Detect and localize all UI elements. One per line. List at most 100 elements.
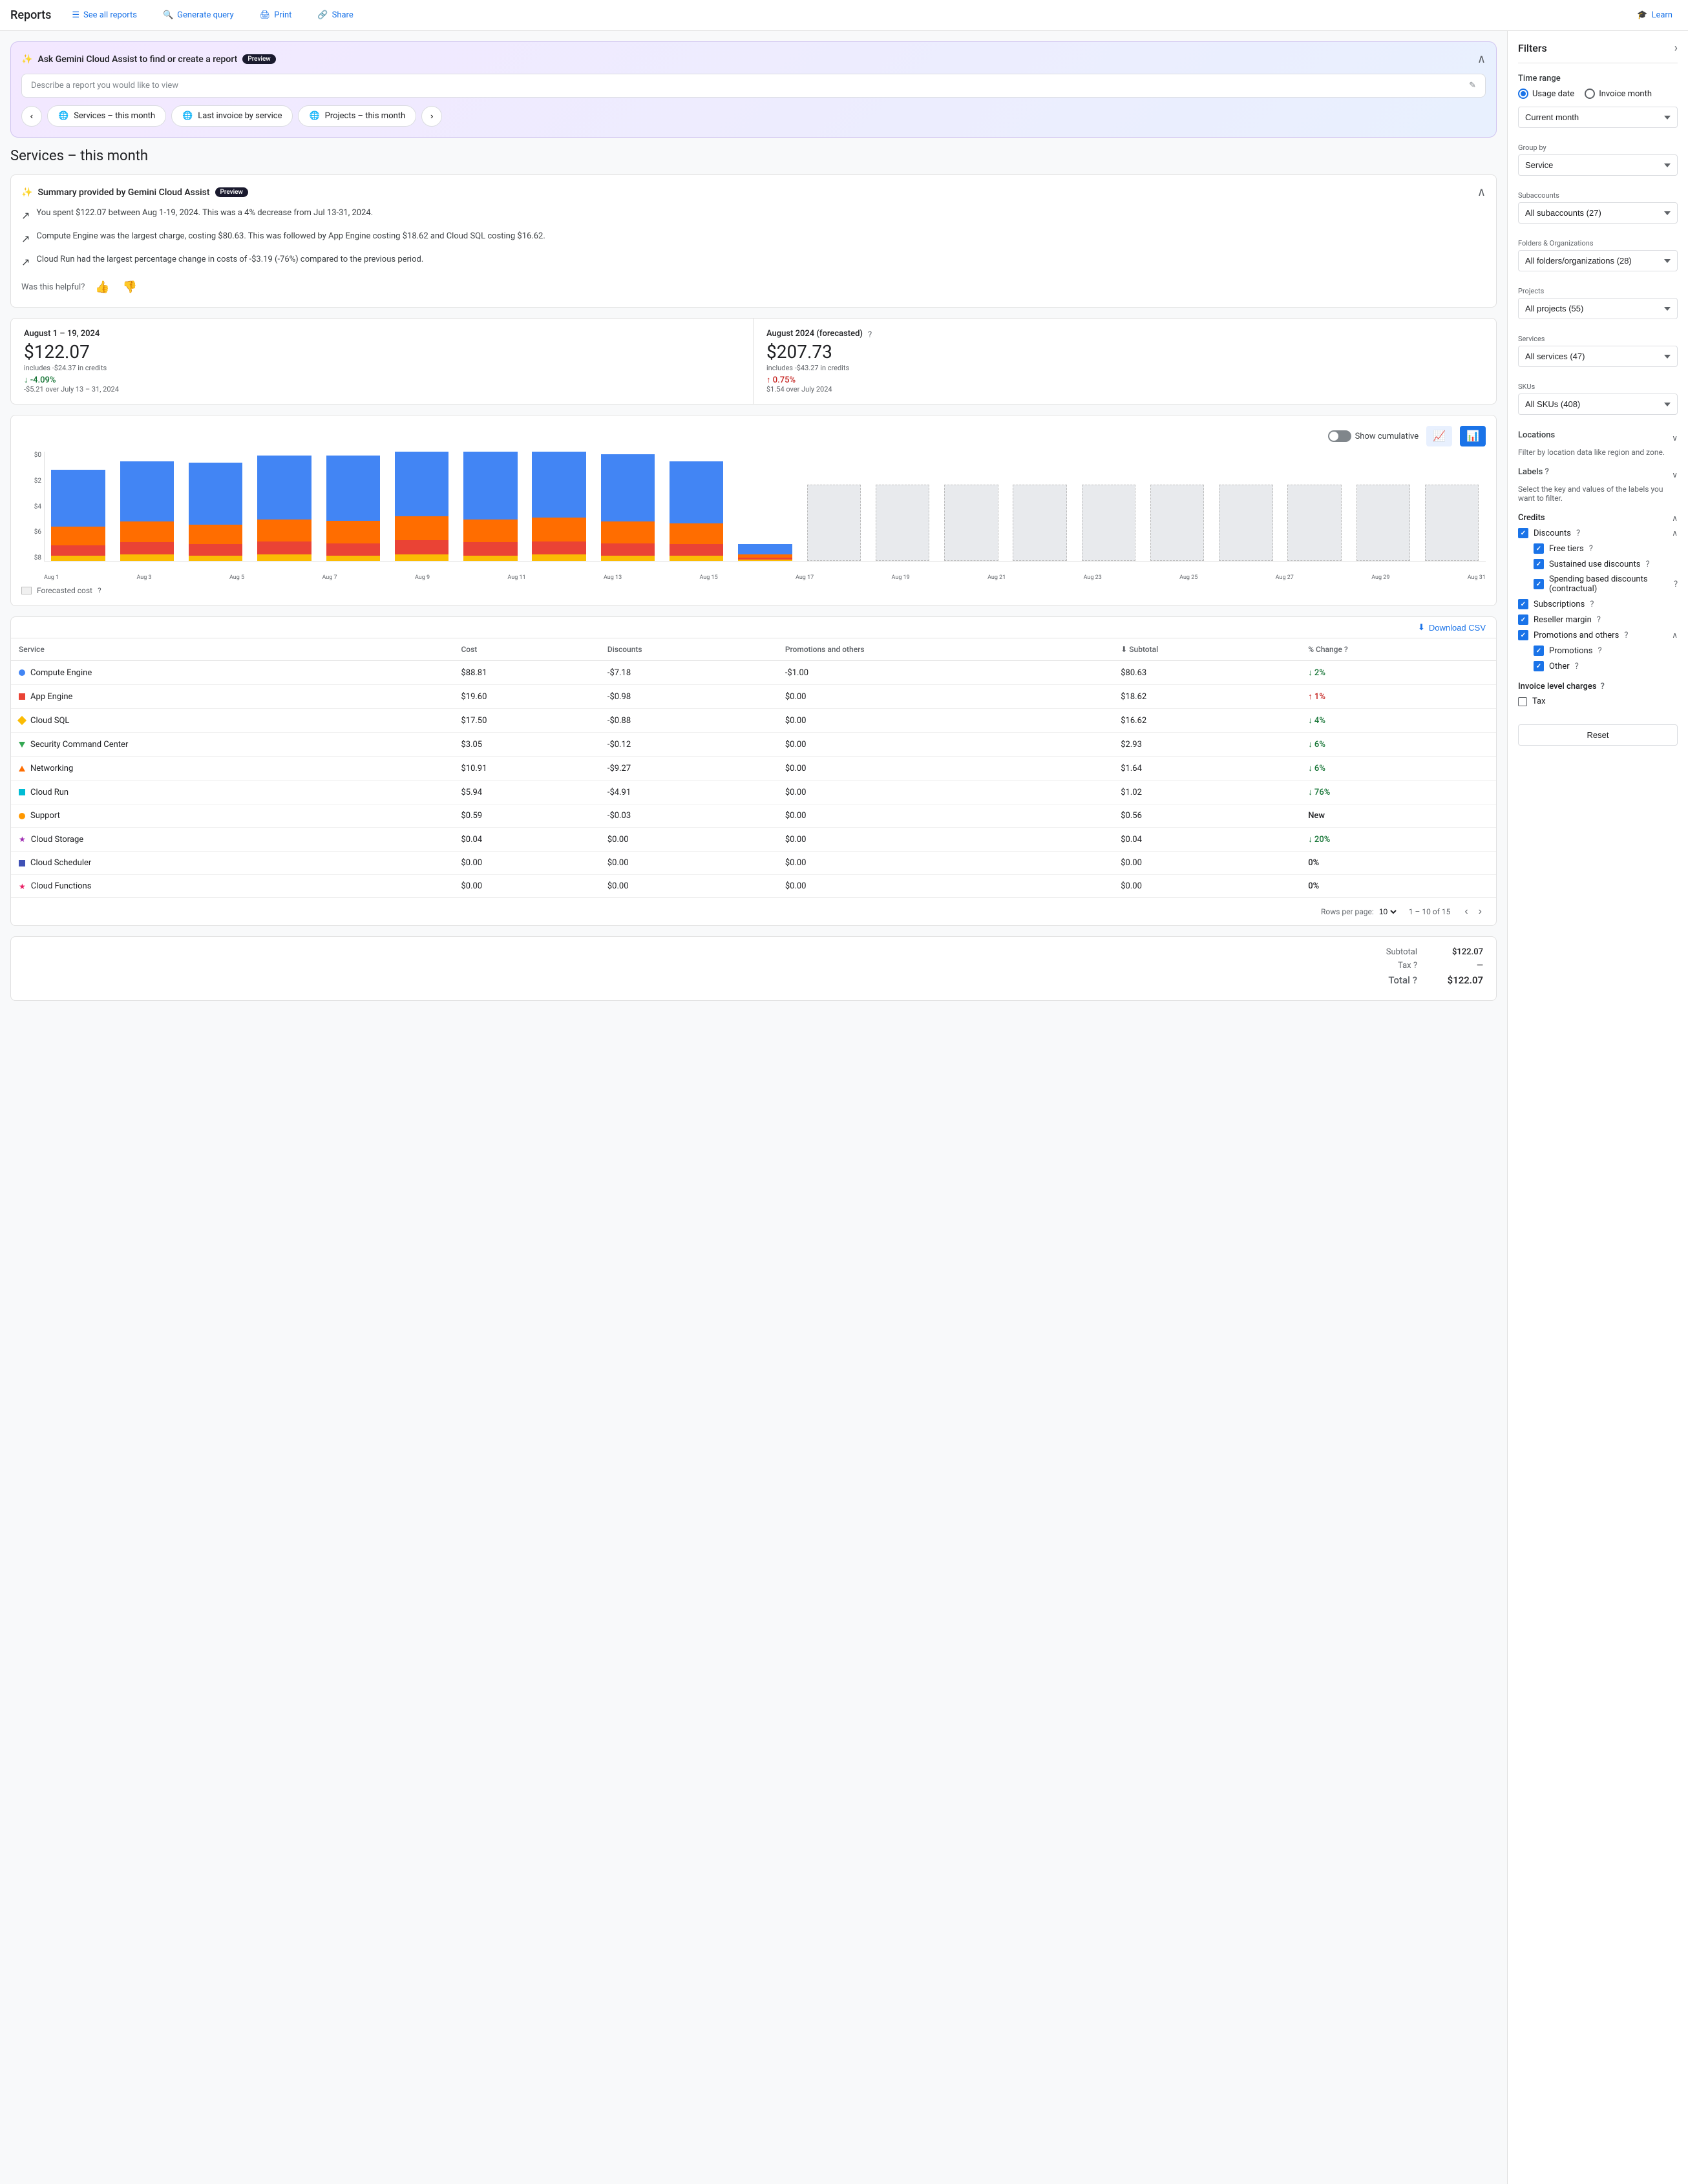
- bar-segment: [395, 452, 448, 516]
- prev-page-button[interactable]: ‹: [1461, 905, 1472, 919]
- bar-group-4: [319, 452, 386, 561]
- summary-collapse-button[interactable]: ∧: [1477, 185, 1486, 199]
- other-checkbox[interactable]: [1534, 661, 1544, 671]
- show-cumulative-toggle[interactable]: Show cumulative: [1328, 430, 1419, 442]
- reseller-checkbox[interactable]: [1518, 614, 1528, 625]
- subscriptions-checkbox[interactable]: [1518, 599, 1528, 609]
- reset-button[interactable]: Reset: [1518, 724, 1678, 746]
- total-help-icon[interactable]: ?: [1413, 974, 1417, 986]
- bar-segment: [51, 527, 105, 545]
- rows-per-page-select[interactable]: 10 25 50: [1377, 907, 1398, 917]
- chip-services-month[interactable]: 🌐 Services – this month: [47, 105, 166, 127]
- promotions-expand-icon[interactable]: ∧: [1672, 631, 1678, 640]
- see-all-reports-link[interactable]: ☰ See all reports: [67, 8, 142, 23]
- discounts-expand-icon[interactable]: ∧: [1672, 529, 1678, 538]
- invoice-charges-help-icon[interactable]: ?: [1601, 682, 1605, 691]
- subtotal-label: Subtotal: [1386, 947, 1417, 957]
- bar-segment: [326, 521, 380, 543]
- gemini-collapse-button[interactable]: ∧: [1477, 52, 1486, 66]
- bar-segment: [738, 560, 792, 561]
- gemini-star-icon: ✨: [21, 54, 32, 65]
- locations-chevron-icon[interactable]: ∨: [1672, 434, 1678, 443]
- table-row: Cloud Scheduler $0.00 $0.00 $0.00 $0.00 …: [11, 852, 1496, 875]
- bar-group-16: [1144, 452, 1211, 561]
- services-select[interactable]: All services (47): [1518, 346, 1678, 367]
- usage-date-option[interactable]: Usage date: [1518, 89, 1574, 99]
- spending-help-icon[interactable]: ?: [1674, 580, 1678, 589]
- bar-segment: [532, 452, 586, 518]
- subaccounts-select[interactable]: All subaccounts (27): [1518, 202, 1678, 224]
- next-page-button[interactable]: ›: [1475, 905, 1486, 919]
- service-name-cell: Cloud Scheduler: [11, 852, 453, 875]
- print-link[interactable]: 🖨 Print: [255, 8, 297, 23]
- bar-segment: [601, 543, 655, 556]
- thumbs-down-button[interactable]: 👎: [120, 278, 140, 297]
- gemini-input-box[interactable]: Describe a report you would like to view…: [21, 74, 1486, 98]
- other-help-icon[interactable]: ?: [1575, 662, 1579, 671]
- learn-link[interactable]: 🎓 Learn: [1632, 8, 1678, 23]
- sustained-checkbox[interactable]: [1534, 559, 1544, 569]
- free-tiers-help-icon[interactable]: ?: [1589, 544, 1593, 554]
- credits-chevron-icon[interactable]: ∧: [1672, 514, 1678, 523]
- thumbs-up-button[interactable]: 👍: [92, 278, 112, 297]
- spending-checkbox[interactable]: [1534, 579, 1544, 589]
- bar-group-11: [800, 452, 867, 561]
- promotions-help-icon[interactable]: ?: [1598, 646, 1601, 656]
- forecast-help-icon[interactable]: ?: [868, 330, 872, 340]
- labels-help-icon[interactable]: ?: [1545, 467, 1549, 477]
- cost-cell: $0.00: [453, 875, 599, 898]
- bar-segment: [326, 556, 380, 561]
- bar-chart-button[interactable]: 📊: [1460, 426, 1486, 446]
- promotions-cell: $0.00: [777, 685, 1113, 709]
- tax-checkbox[interactable]: [1518, 697, 1527, 706]
- skus-select[interactable]: All SKUs (408): [1518, 394, 1678, 415]
- generate-query-link[interactable]: 🔍 Generate query: [158, 8, 239, 23]
- subscriptions-item: Subscriptions ?: [1518, 599, 1678, 609]
- discounts-checkbox[interactable]: [1518, 528, 1528, 538]
- bar-segment: [189, 525, 242, 544]
- locations-label: Locations: [1518, 430, 1555, 440]
- labels-chevron-icon[interactable]: ∨: [1672, 470, 1678, 479]
- bar-segment: [326, 456, 380, 521]
- forecasted-bar-19: [1356, 485, 1410, 561]
- chip-prev-button[interactable]: ‹: [21, 106, 42, 127]
- usage-date-radio[interactable]: [1518, 89, 1528, 99]
- line-chart-button[interactable]: 📈: [1426, 426, 1452, 446]
- summary-item-1: ↗ You spent $122.07 between Aug 1-19, 20…: [21, 207, 1486, 224]
- group-by-section: Group by Service: [1518, 143, 1678, 181]
- current-amount: $122.07: [24, 341, 740, 362]
- bar-stack-6: [463, 452, 517, 561]
- sidebar-toggle-button[interactable]: ›: [1674, 41, 1678, 55]
- promotions-checkbox[interactable]: [1534, 646, 1544, 656]
- summary-star-icon: ✨: [21, 187, 32, 198]
- bar-segment: [670, 544, 723, 556]
- chip-last-invoice[interactable]: 🌐 Last invoice by service: [171, 105, 293, 127]
- chip-next-button[interactable]: ›: [421, 106, 442, 127]
- legend-help-icon[interactable]: ?: [98, 586, 101, 595]
- invoice-month-option[interactable]: Invoice month: [1585, 89, 1652, 99]
- folders-select[interactable]: All folders/organizations (28): [1518, 250, 1678, 271]
- reseller-help-icon[interactable]: ?: [1597, 615, 1601, 625]
- change-help-icon[interactable]: ?: [1344, 645, 1348, 654]
- toggle-switch[interactable]: [1328, 430, 1351, 442]
- y-label-4: $4: [21, 503, 41, 510]
- forecasted-bar-15: [1082, 485, 1135, 561]
- chart-wrapper: $8 $6 $4 $2 $0 Aug 1 Aug 3 Aug 5 Aug 7 A…: [21, 452, 1486, 581]
- promotions-others-help-icon[interactable]: ?: [1624, 631, 1628, 640]
- tax-help-icon[interactable]: ?: [1413, 961, 1417, 971]
- chip-projects-month[interactable]: 🌐 Projects – this month: [298, 105, 416, 127]
- free-tiers-checkbox[interactable]: [1534, 543, 1544, 554]
- group-by-select[interactable]: Service: [1518, 154, 1678, 176]
- sustained-help-icon[interactable]: ?: [1645, 560, 1649, 569]
- gemini-title: ✨ Ask Gemini Cloud Assist to find or cre…: [21, 54, 276, 65]
- bar-segment: [670, 556, 723, 561]
- time-range-section: Time range Usage date Invoice month Curr…: [1518, 74, 1678, 133]
- promotions-others-checkbox[interactable]: [1518, 630, 1528, 640]
- download-csv-button[interactable]: ⬇ Download CSV: [1418, 622, 1486, 633]
- projects-select[interactable]: All projects (55): [1518, 298, 1678, 319]
- discounts-help-icon[interactable]: ?: [1576, 529, 1580, 538]
- invoice-month-radio[interactable]: [1585, 89, 1595, 99]
- subscriptions-help-icon[interactable]: ?: [1590, 600, 1594, 609]
- current-month-select[interactable]: Current month: [1518, 107, 1678, 128]
- share-link[interactable]: 🔗 Share: [312, 8, 358, 23]
